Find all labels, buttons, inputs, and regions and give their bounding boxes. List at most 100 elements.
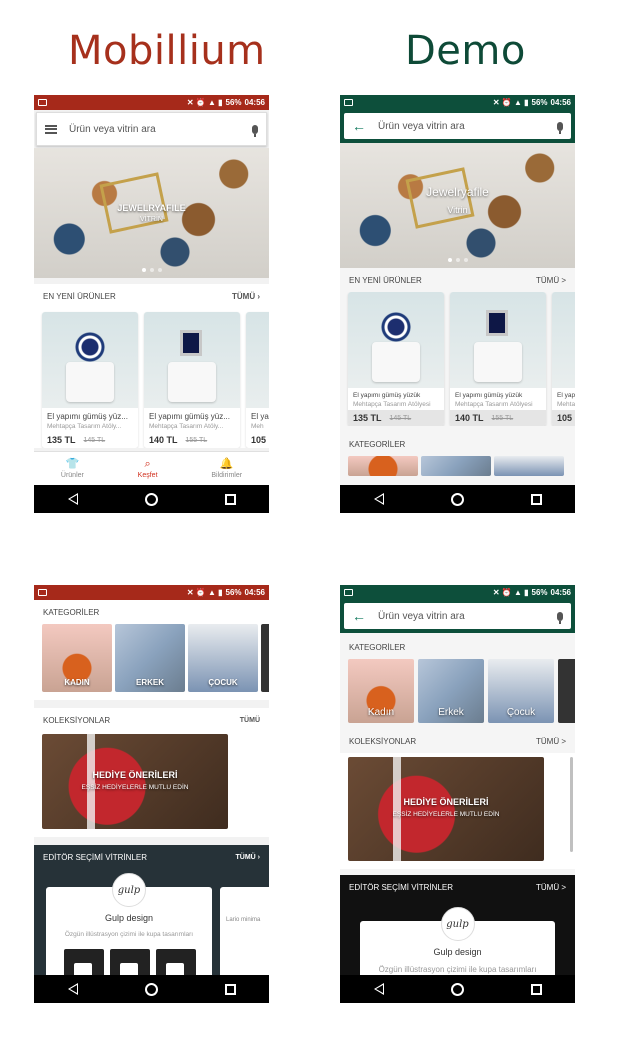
image-notification-icon [38,589,47,596]
product-list: El yapımı gümüş yüzük Mehtapça Tasarım A… [340,292,575,426]
home-icon[interactable] [450,982,464,996]
shop-name: Gulp design [104,913,154,923]
battery-text: 56% [225,588,242,597]
recents-icon[interactable] [530,493,542,505]
hero-title: JEWELRYAFILE [117,203,186,213]
section-title: KATEGORİLER [349,642,406,652]
search-icon: ⌕ [144,457,151,470]
category-tile[interactable] [558,659,575,723]
category-tile[interactable] [348,456,418,476]
see-all-link[interactable]: TÜMÜ > [536,276,566,285]
back-icon[interactable] [67,493,78,505]
android-nav-bar [34,975,269,1003]
section-title: EDİTÖR SEÇİMİ VİTRİNLER [43,852,148,862]
product-card[interactable]: El yapır Mehtap 105 [552,292,575,426]
section-title: EN YENİ ÜRÜNLER [43,291,116,301]
category-tile[interactable] [494,456,564,476]
android-nav-bar [340,975,575,1003]
back-icon[interactable] [373,983,384,995]
back-arrow-icon[interactable]: ← [352,118,366,134]
image-notification-icon [38,99,47,106]
shop-description: Özgün illüstrasyon çizimi ile kupa tasar… [64,931,194,938]
clock: 04:56 [244,588,265,597]
category-tile[interactable] [421,456,491,476]
see-all-link[interactable]: TÜMÜ › [236,854,261,861]
search-input[interactable]: Ürün veya vitrin ara [378,611,545,622]
home-icon[interactable] [450,492,464,506]
product-card[interactable]: El ya Meh 105 [246,312,269,448]
new-products-header: EN YENİ ÜRÜNLER TÜMÜ › [34,284,269,308]
category-list: Kadın Erkek Çocuk [340,659,575,723]
section-title: KATEGORİLER [349,439,406,449]
status-bar: ✕ ⏰ ▲ ▮ 56% 04:56 [34,585,269,600]
hero-banner[interactable]: Jewelryafile Vitrin [340,143,575,268]
product-card[interactable]: El yapımı gümüş yüz... Mehtapça Tasarım … [144,312,240,448]
product-card[interactable]: El yapımı gümüş yüzük Mehtapça Tasarım A… [450,292,546,426]
image-notification-icon [344,99,353,106]
category-kids[interactable]: Çocuk [488,659,554,723]
home-icon[interactable] [144,492,158,506]
bottom-nav: 👕 Ürünler ⌕ Keşfet 🔔 Bildirimler [34,451,269,485]
gift-collection-card[interactable]: HEDİYE ÖNERİLERİ EŞSİZ HEDİYELERLE MUTLU… [348,757,544,861]
nav-notifications[interactable]: 🔔 Bildirimler [211,457,242,479]
battery-text: 56% [225,98,242,107]
editor-picks-header: EDİTÖR SEÇİMİ VİTRİNLER TÜMÜ > [340,875,575,899]
category-kids[interactable]: ÇOCUK [188,624,258,692]
mic-icon[interactable] [252,124,258,137]
scrollbar[interactable] [570,757,573,852]
clock: 04:56 [550,98,571,107]
see-all-link[interactable]: TÜMÜ › [232,292,260,301]
category-tile[interactable] [261,624,269,692]
gift-collection-card[interactable]: HEDİYE ÖNERİLERİ EŞSİZ HEDİYELERLE MUTLU… [42,734,228,829]
product-card[interactable]: El yapımı gümüş yüzük Mehtapça Tasarım A… [348,292,444,426]
section-title: EN YENİ ÜRÜNLER [349,275,422,285]
nav-explore[interactable]: ⌕ Keşfet [138,457,158,479]
back-arrow-icon[interactable]: ← [352,608,366,624]
search-bar[interactable]: ← Ürün veya vitrin ara [344,603,571,629]
mic-icon[interactable] [557,121,563,134]
collections-header: KOLEKSİYONLAR TÜMÜ [34,708,269,732]
menu-icon[interactable] [45,124,57,134]
category-men[interactable]: ERKEK [115,624,185,692]
back-icon[interactable] [373,493,384,505]
categories-header: KATEGORİLER [340,635,575,659]
category-list [340,456,575,476]
clock: 04:56 [550,588,571,597]
demo-home-screen: ✕ ⏰ ▲ ▮ 56% 04:56 ← Ürün veya vitrin ara… [340,95,575,513]
section-title: KATEGORİLER [43,607,100,617]
nav-products[interactable]: 👕 Ürünler [61,457,84,479]
shirt-icon: 👕 [65,457,80,470]
recents-icon[interactable] [530,983,542,995]
status-bar: ✕ ⏰ ▲ ▮ 56% 04:56 [340,95,575,110]
categories-header: KATEGORİLER [340,432,575,456]
mobillium-scrolled-screen: ✕ ⏰ ▲ ▮ 56% 04:56 KATEGORİLER KADIN ERKE… [34,585,269,1003]
recents-icon[interactable] [224,493,236,505]
editor-picks-header: EDİTÖR SEÇİMİ VİTRİNLER TÜMÜ › [34,845,269,869]
home-icon[interactable] [144,982,158,996]
category-women[interactable]: KADIN [42,624,112,692]
search-bar[interactable]: Ürün veya vitrin ara [36,112,267,146]
mobillium-heading: Mobillium [68,28,266,74]
section-title: KOLEKSİYONLAR [43,715,111,725]
see-all-link[interactable]: TÜMÜ [240,717,260,724]
hero-banner[interactable]: JEWELRYAFILE VİTRİN [34,148,269,278]
signal-icons: ✕ ⏰ ▲ ▮ [186,588,223,597]
shop-logo: gulp [112,873,146,907]
category-women[interactable]: Kadın [348,659,414,723]
image-notification-icon [344,589,353,596]
mic-icon[interactable] [557,611,563,624]
see-all-link[interactable]: TÜMÜ > [536,737,566,746]
hero-subtitle: VİTRİN [140,216,163,223]
back-icon[interactable] [67,983,78,995]
demo-heading: Demo [405,28,526,74]
product-card[interactable]: El yapımı gümüş yüz... Mehtapça Tasarım … [42,312,138,448]
bell-icon: 🔔 [219,457,234,470]
signal-icons: ✕ ⏰ ▲ ▮ [186,98,223,107]
search-input[interactable]: Ürün veya vitrin ara [69,124,240,135]
recents-icon[interactable] [224,983,236,995]
search-input[interactable]: Ürün veya vitrin ara [378,121,545,132]
category-men[interactable]: Erkek [418,659,484,723]
search-bar[interactable]: ← Ürün veya vitrin ara [344,113,571,139]
hero-title: Jewelryafile [426,185,489,199]
see-all-link[interactable]: TÜMÜ > [536,883,566,892]
